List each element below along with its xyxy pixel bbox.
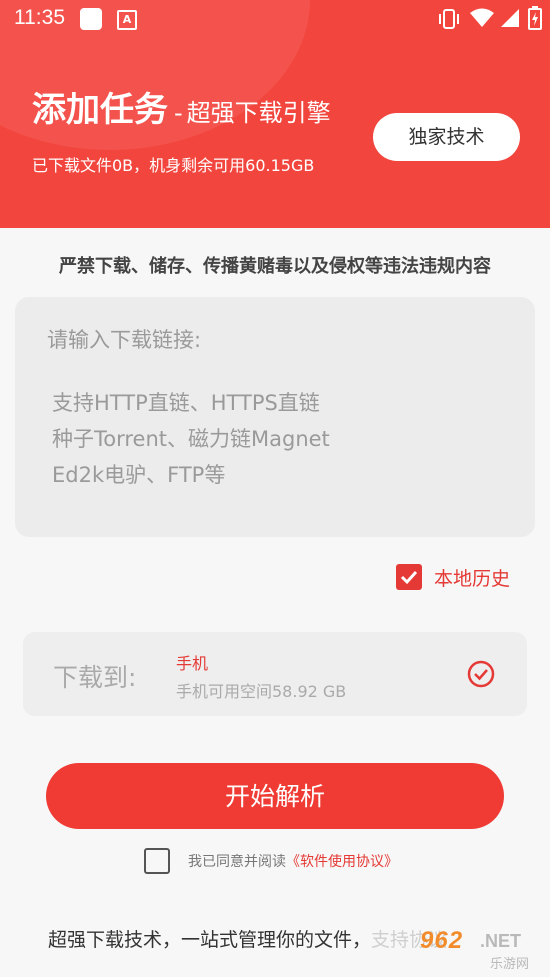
- agreement-row: 我已同意并阅读 《软件使用协议》: [144, 847, 398, 875]
- agreement-text: 我已同意并阅读: [188, 854, 286, 870]
- status-time: 11:35: [14, 6, 65, 29]
- download-link-input[interactable]: 请输入下载链接: 支持HTTP直链、HTTPS直链 种子Torrent、磁力链M…: [15, 297, 535, 537]
- hint-line: 种子Torrent、磁力链Magnet: [52, 427, 330, 451]
- check-circle-icon: [467, 660, 495, 688]
- legal-warning: 严禁下载、储存、传播黄赌毒以及侵权等违法违规内容: [59, 256, 491, 277]
- agreement-link[interactable]: 《软件使用协议》: [286, 851, 398, 871]
- download-destination[interactable]: 下载到: 手机 手机可用空间58.92 GB: [23, 632, 527, 716]
- storage-stats: 已下载文件0B，机身剩余可用60.15GB: [32, 156, 315, 175]
- title-main: 添加任务: [32, 90, 168, 130]
- agreement-checkbox[interactable]: [144, 848, 170, 874]
- link-input-hints: 支持HTTP直链、HTTPS直链 种子Torrent、磁力链Magnet Ed2…: [52, 385, 330, 493]
- hint-line: 支持HTTP直链、HTTPS直链: [52, 391, 320, 415]
- vibrate-icon: [439, 9, 459, 29]
- title-subtitle: 超强下载引擎: [186, 99, 331, 127]
- battery-charging-icon: [528, 6, 542, 30]
- header: 11:35 A 添加任务 - 超强下载引擎 已下载文件0B，机身剩余可用60.15G…: [0, 0, 550, 228]
- footer-text: 超强下载技术，一站式管理你的文件，支持协议: [48, 925, 447, 952]
- history-label: 本地历史: [434, 567, 511, 590]
- title-dash: -: [174, 99, 183, 127]
- notification-a-icon: A: [117, 10, 137, 30]
- destination-space: 手机可用空间58.92 GB: [176, 682, 347, 701]
- local-history-toggle[interactable]: 本地历史: [396, 563, 510, 591]
- status-bar: 11:35 A: [0, 0, 550, 38]
- destination-name: 手机: [176, 654, 209, 673]
- watermark-suffix: .NET: [480, 931, 522, 951]
- signal-icon: [501, 9, 519, 27]
- watermark-number: 962: [420, 927, 464, 954]
- watermark-logo: 962 .NET 乐游网: [412, 925, 547, 973]
- checkmark-icon: [400, 570, 418, 585]
- link-input-placeholder: 请输入下载链接:: [47, 328, 202, 352]
- notification-square-icon: [80, 8, 102, 30]
- footer-main: 超强下载技术，一站式管理你的文件，: [48, 929, 372, 951]
- hint-line: Ed2k电驴、FTP等: [52, 463, 226, 487]
- destination-label: 下载到:: [53, 663, 137, 692]
- start-parse-button[interactable]: 开始解析: [46, 763, 504, 829]
- wifi-icon: [470, 8, 494, 27]
- page-title: 添加任务 - 超强下载引擎: [32, 82, 331, 131]
- watermark-cn: 乐游网: [490, 957, 530, 972]
- history-checkbox[interactable]: [396, 564, 422, 590]
- exclusive-tech-button[interactable]: 独家技术: [373, 113, 520, 161]
